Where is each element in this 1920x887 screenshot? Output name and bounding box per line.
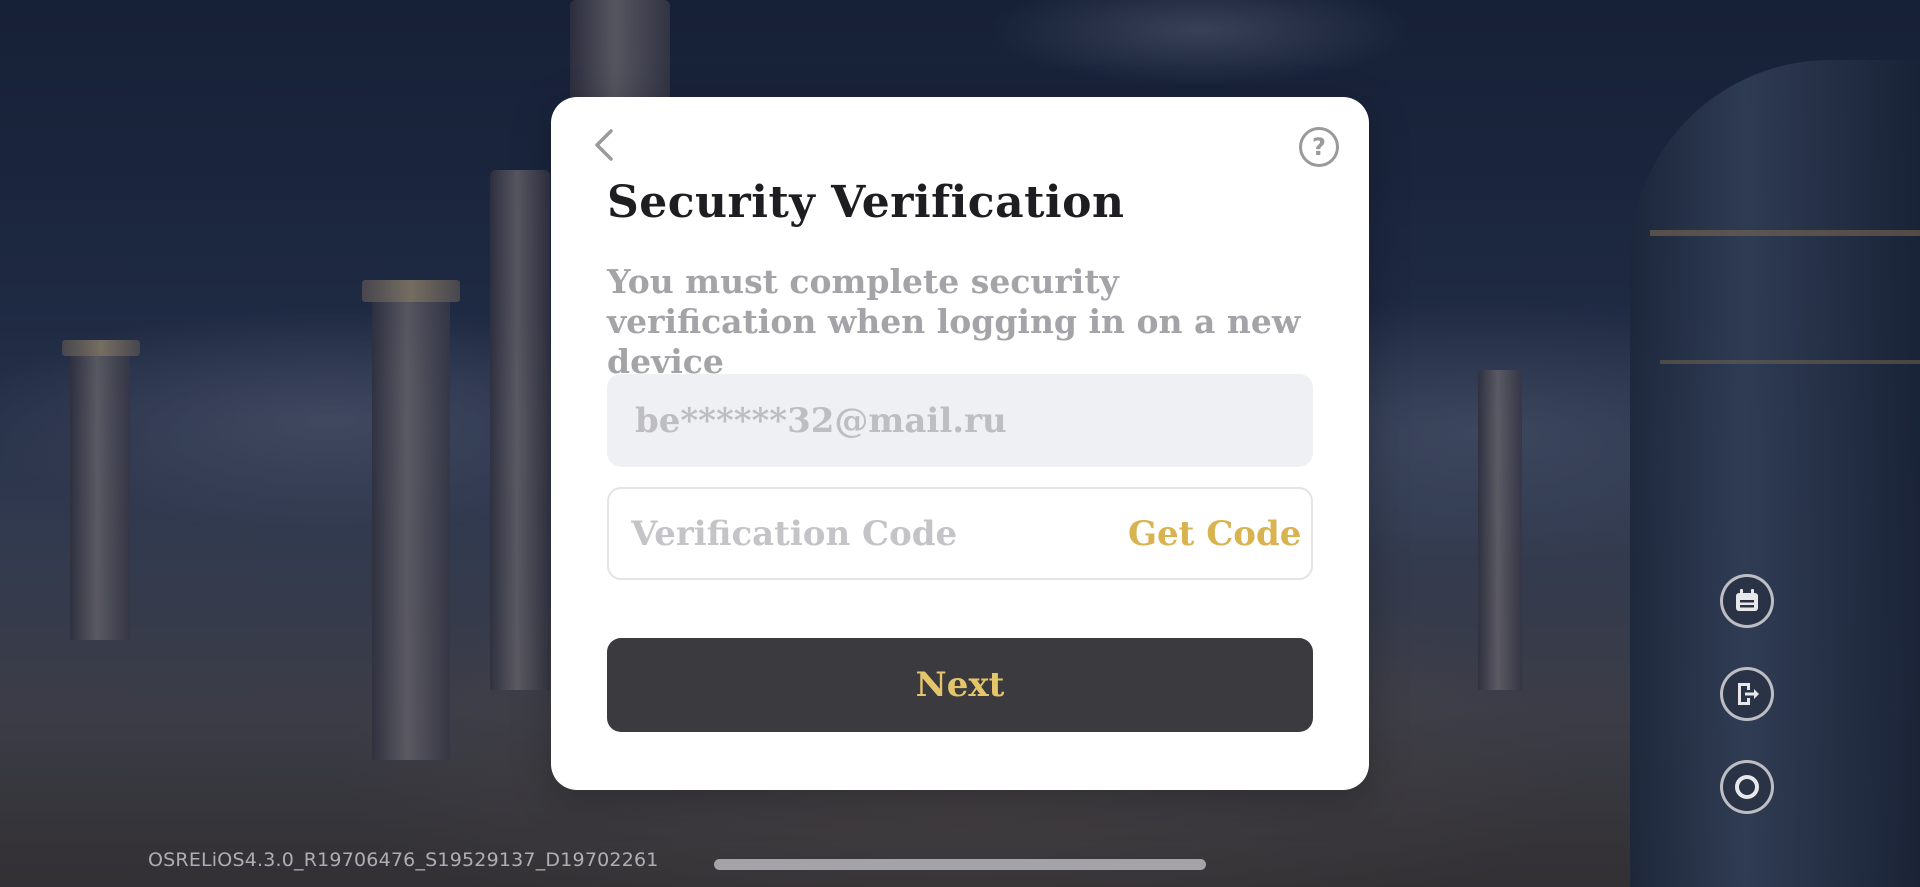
chevron-left-icon <box>595 129 613 161</box>
ring-icon <box>1735 775 1759 799</box>
build-version-label: OSRELiOS4.3.0_R19706476_S19529137_D19702… <box>148 849 659 871</box>
email-field: be******32@mail.ru <box>607 374 1313 467</box>
help-button[interactable]: ? <box>1299 127 1339 167</box>
notice-board-icon <box>1736 589 1758 611</box>
next-button[interactable]: Next <box>607 638 1313 732</box>
question-circle-icon: ? <box>1312 133 1326 161</box>
dialog-subtitle: You must complete security verification … <box>607 262 1301 381</box>
get-code-button[interactable]: Get Code <box>1090 514 1341 554</box>
logout-icon <box>1738 683 1759 705</box>
home-indicator[interactable] <box>714 859 1206 870</box>
notice-board-button[interactable] <box>1720 574 1774 628</box>
logout-button[interactable] <box>1720 667 1774 721</box>
dialog-title: Security Verification <box>607 177 1125 228</box>
ring-button[interactable] <box>1720 760 1774 814</box>
verification-code-field: Get Code <box>607 487 1313 580</box>
back-button[interactable] <box>587 127 623 163</box>
security-verification-dialog: ? Security Verification You must complet… <box>551 97 1369 790</box>
game-login-screen: ? Security Verification You must complet… <box>0 0 1920 887</box>
verification-code-input[interactable] <box>609 488 1090 579</box>
email-value: be******32@mail.ru <box>635 400 1007 441</box>
